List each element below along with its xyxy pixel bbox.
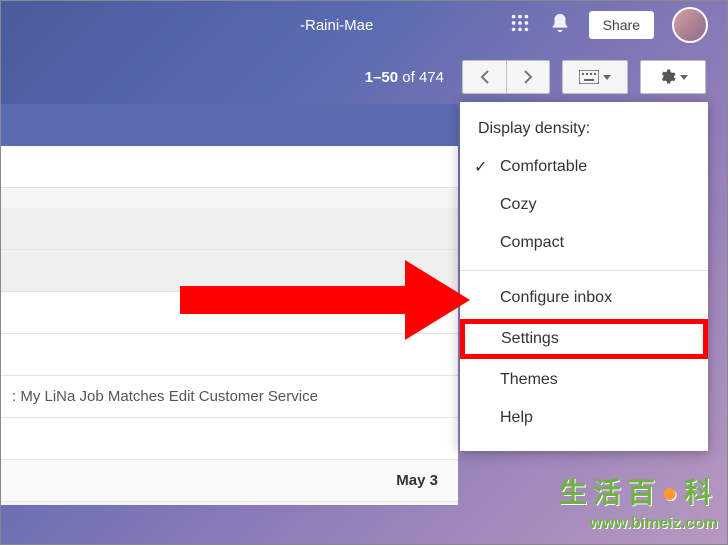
account-name: -Raini-Mae <box>300 17 373 34</box>
apps-icon[interactable] <box>509 12 531 39</box>
mail-row[interactable] <box>0 146 458 188</box>
mail-date-label: May 3 <box>0 460 458 502</box>
input-tools-button[interactable] <box>562 60 628 94</box>
mail-row[interactable] <box>0 418 458 460</box>
mail-list: : My LiNa Job Matches Edit Customer Serv… <box>0 104 458 505</box>
themes-item[interactable]: Themes <box>460 361 708 399</box>
density-comfortable-item[interactable]: Comfortable <box>460 148 708 186</box>
mail-row[interactable] <box>0 250 458 292</box>
watermark: 生活百●科 www.bimeiz.com <box>559 473 718 535</box>
mail-row[interactable]: : My LiNa Job Matches Edit Customer Serv… <box>0 376 458 418</box>
share-button[interactable]: Share <box>589 11 654 39</box>
help-item[interactable]: Help <box>460 399 708 437</box>
settings-gear-button[interactable] <box>640 60 706 94</box>
next-page-button[interactable] <box>506 60 550 94</box>
caret-down-icon <box>680 75 688 80</box>
mail-row[interactable] <box>0 334 458 376</box>
pagination-label: 1–50 of 474 <box>365 69 444 86</box>
settings-item[interactable]: Settings <box>460 319 708 359</box>
density-cozy-item[interactable]: Cozy <box>460 186 708 224</box>
pagination-nav <box>462 60 550 94</box>
mail-row[interactable] <box>0 208 458 250</box>
settings-dropdown: Display density: Comfortable Cozy Compac… <box>460 102 708 451</box>
notifications-icon[interactable] <box>549 12 571 39</box>
density-compact-item[interactable]: Compact <box>460 224 708 262</box>
mail-row[interactable] <box>0 292 458 334</box>
prev-page-button[interactable] <box>462 60 506 94</box>
mail-header-bar <box>0 104 458 146</box>
caret-down-icon <box>603 75 611 80</box>
dropdown-header: Display density: <box>460 116 708 148</box>
avatar[interactable] <box>672 7 708 43</box>
configure-inbox-item[interactable]: Configure inbox <box>460 279 708 317</box>
dropdown-separator <box>460 270 708 271</box>
